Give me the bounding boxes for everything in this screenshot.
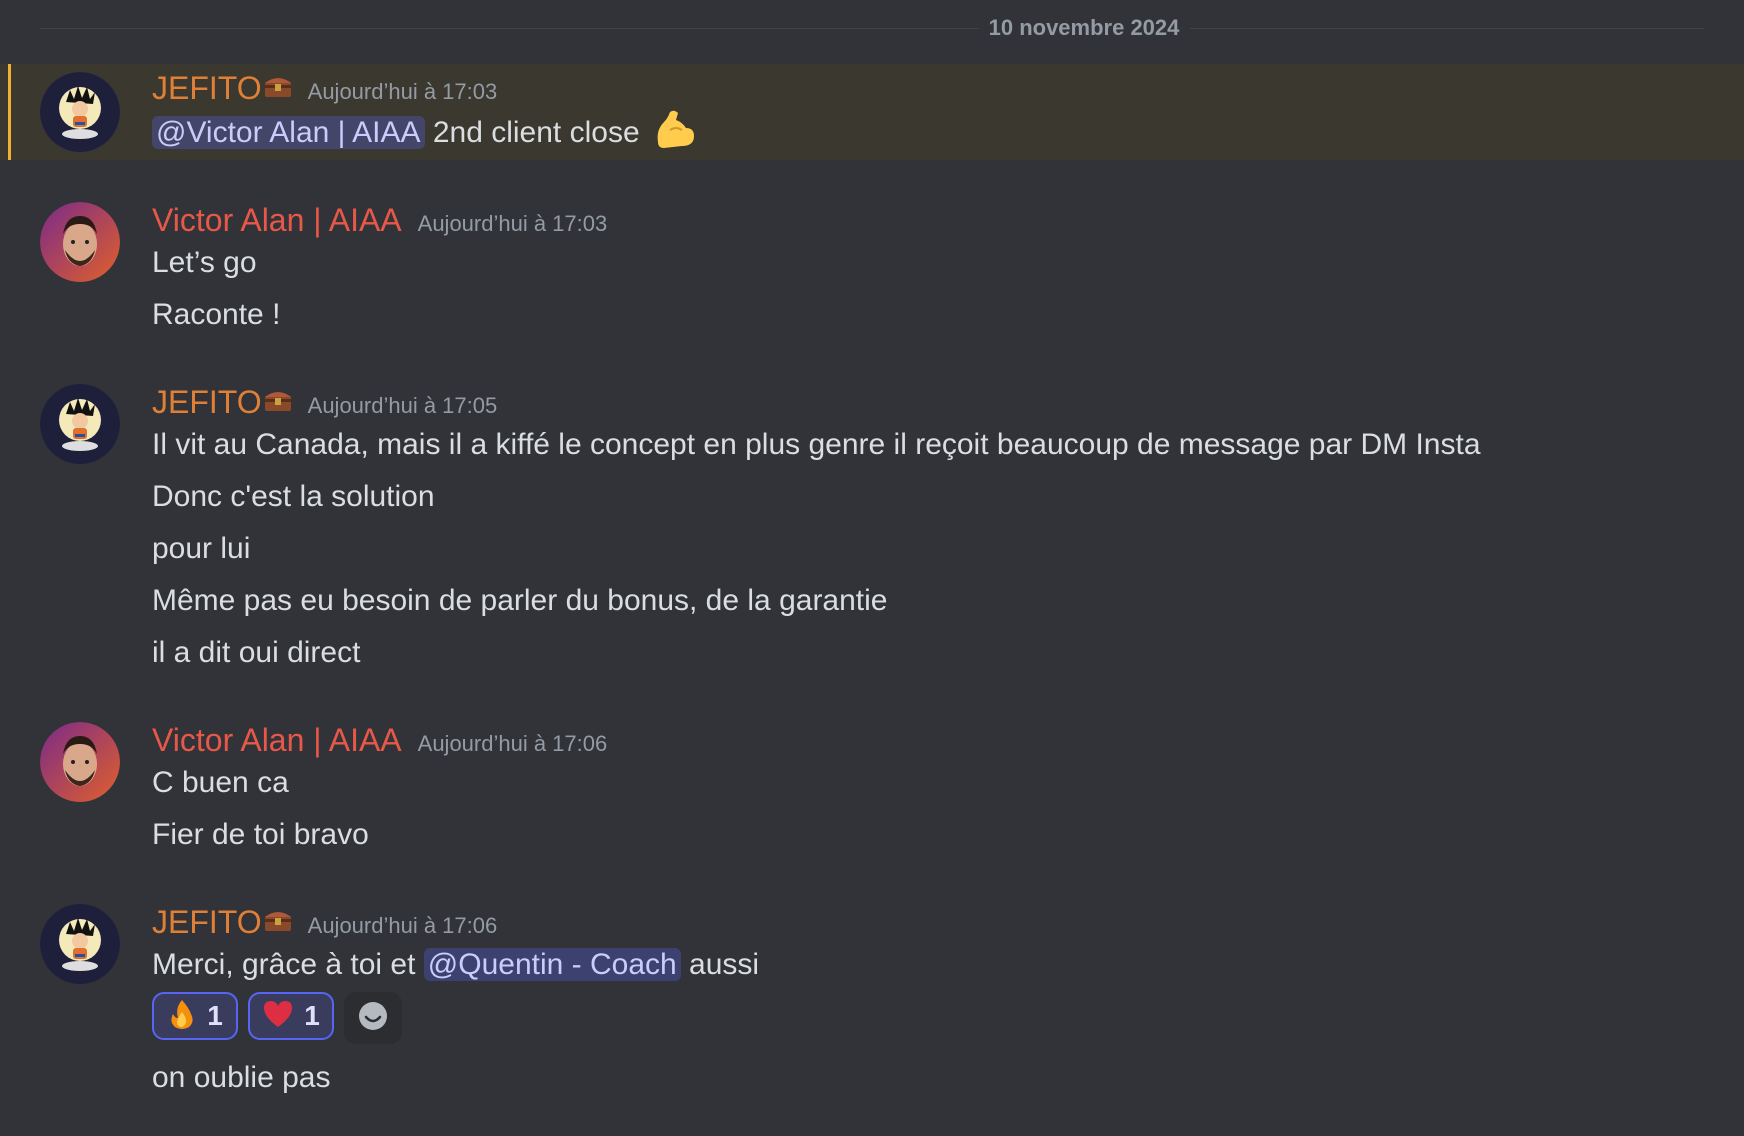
- avatar-victor[interactable]: [40, 202, 120, 282]
- message-header: JEFITO Aujourd’hui à 17:06: [152, 902, 497, 942]
- avatar-jefito[interactable]: [40, 384, 120, 464]
- mention-quentin[interactable]: @Quentin - Coach: [423, 948, 681, 981]
- message-text-content: 2nd client close: [424, 116, 640, 149]
- date-divider-label: 10 novembre 2024: [978, 14, 1190, 42]
- message-header: JEFITO Aujourd’hui à 17:03: [152, 68, 497, 108]
- chat-message-list: 10 novembre 2024 JEFITO Aujourd’hui à 17…: [0, 0, 1744, 1136]
- avatar-victor-image: [40, 722, 120, 802]
- treasure-chest-icon: [264, 73, 292, 104]
- message-text: C buen ca: [152, 766, 289, 799]
- message-header: Victor Alan | AIAA Aujourd’hui à 17:03: [152, 200, 607, 240]
- message-text-content: aussi: [680, 948, 760, 981]
- add-reaction-button[interactable]: [344, 992, 402, 1044]
- message-text: Raconte !: [152, 298, 281, 331]
- reaction-count: 1: [207, 1000, 223, 1031]
- message-text: Fier de toi bravo: [152, 818, 369, 851]
- username-jefito[interactable]: JEFITO: [152, 382, 262, 422]
- reaction-heart[interactable]: 1: [248, 992, 334, 1040]
- timestamp[interactable]: Aujourd’hui à 17:06: [308, 912, 498, 940]
- timestamp[interactable]: Aujourd’hui à 17:06: [418, 730, 608, 758]
- message-group-victor-2[interactable]: Victor Alan | AIAA Aujourd’hui à 17:06 C…: [0, 716, 1744, 856]
- message-header: Victor Alan | AIAA Aujourd’hui à 17:06: [152, 720, 607, 760]
- message-text: @Victor Alan | AIAA 2nd client close: [152, 108, 696, 161]
- timestamp[interactable]: Aujourd’hui à 17:03: [418, 210, 608, 238]
- timestamp[interactable]: Aujourd’hui à 17:03: [308, 78, 498, 106]
- message-group-jefito-3[interactable]: JEFITO Aujourd’hui à 17:06 Merci, grâce …: [0, 898, 1744, 1108]
- avatar-jefito[interactable]: [40, 72, 120, 152]
- add-reaction-smiley-icon: [358, 1001, 388, 1036]
- message-group-jefito-1[interactable]: JEFITO Aujourd’hui à 17:03 @Victor Alan …: [0, 64, 1744, 160]
- avatar-jefito-image: [40, 72, 120, 152]
- treasure-chest-icon: [264, 907, 292, 938]
- avatar-jefito-image: [40, 904, 120, 984]
- username-jefito[interactable]: JEFITO: [152, 902, 262, 942]
- mention-victor[interactable]: @Victor Alan | AIAA: [152, 116, 425, 149]
- message-text: Let’s go: [152, 246, 257, 279]
- heart-icon: [262, 999, 294, 1034]
- flexed-biceps-icon: [652, 108, 696, 161]
- message-text: Donc c'est la solution: [152, 480, 435, 513]
- username-victor[interactable]: Victor Alan | AIAA: [152, 200, 402, 240]
- message-header: JEFITO Aujourd’hui à 17:05: [152, 382, 497, 422]
- message-text: on oublie pas: [152, 1061, 331, 1094]
- message-text: Merci, grâce à toi et @Quentin - Coach a…: [152, 945, 759, 985]
- message-text: pour lui: [152, 532, 251, 565]
- username-jefito[interactable]: JEFITO: [152, 68, 262, 108]
- message-text: il a dit oui direct: [152, 636, 361, 669]
- message-text: Il vit au Canada, mais il a kiffé le con…: [152, 428, 1481, 461]
- message-group-victor-1[interactable]: Victor Alan | AIAA Aujourd’hui à 17:03 L…: [0, 196, 1744, 336]
- avatar-jefito[interactable]: [40, 904, 120, 984]
- reaction-fire[interactable]: 1: [152, 992, 238, 1040]
- date-divider-line: [40, 28, 1704, 29]
- avatar-victor-image: [40, 202, 120, 282]
- treasure-chest-icon: [264, 387, 292, 418]
- message-text-content: Merci, grâce à toi et: [152, 948, 424, 981]
- username-victor[interactable]: Victor Alan | AIAA: [152, 720, 402, 760]
- avatar-victor[interactable]: [40, 722, 120, 802]
- fire-icon: [167, 998, 197, 1035]
- avatar-jefito-image: [40, 384, 120, 464]
- message-text: Même pas eu besoin de parler du bonus, d…: [152, 584, 888, 617]
- timestamp[interactable]: Aujourd’hui à 17:05: [308, 392, 498, 420]
- reactions-bar: 1 1: [152, 992, 402, 1044]
- reaction-count: 1: [304, 1000, 320, 1031]
- message-group-jefito-2[interactable]: JEFITO Aujourd’hui à 17:05 Il vit au Can…: [0, 378, 1744, 678]
